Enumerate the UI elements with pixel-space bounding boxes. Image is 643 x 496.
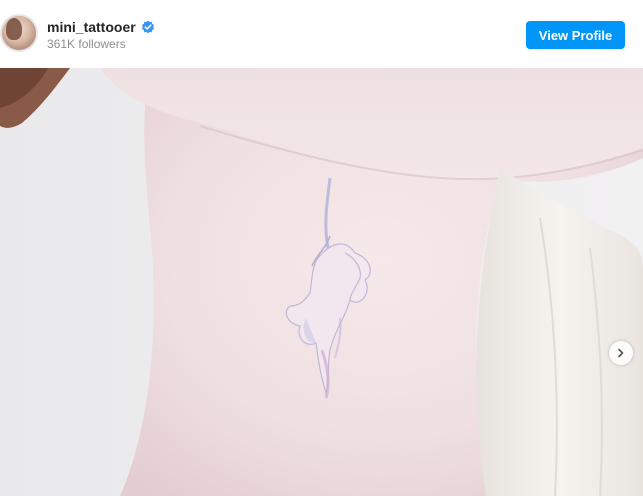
avatar[interactable] [0, 14, 38, 52]
post-header: mini_tattooer 361K followers View Profil… [0, 0, 643, 68]
follower-count: 361K followers [47, 37, 126, 51]
view-profile-button[interactable]: View Profile [526, 21, 625, 49]
post-image[interactable] [0, 68, 643, 496]
username-link[interactable]: mini_tattooer [47, 19, 136, 35]
next-image-button[interactable] [609, 341, 633, 365]
chevron-right-icon [616, 348, 626, 358]
verified-badge-icon [141, 20, 155, 34]
username-row: mini_tattooer [47, 17, 155, 37]
